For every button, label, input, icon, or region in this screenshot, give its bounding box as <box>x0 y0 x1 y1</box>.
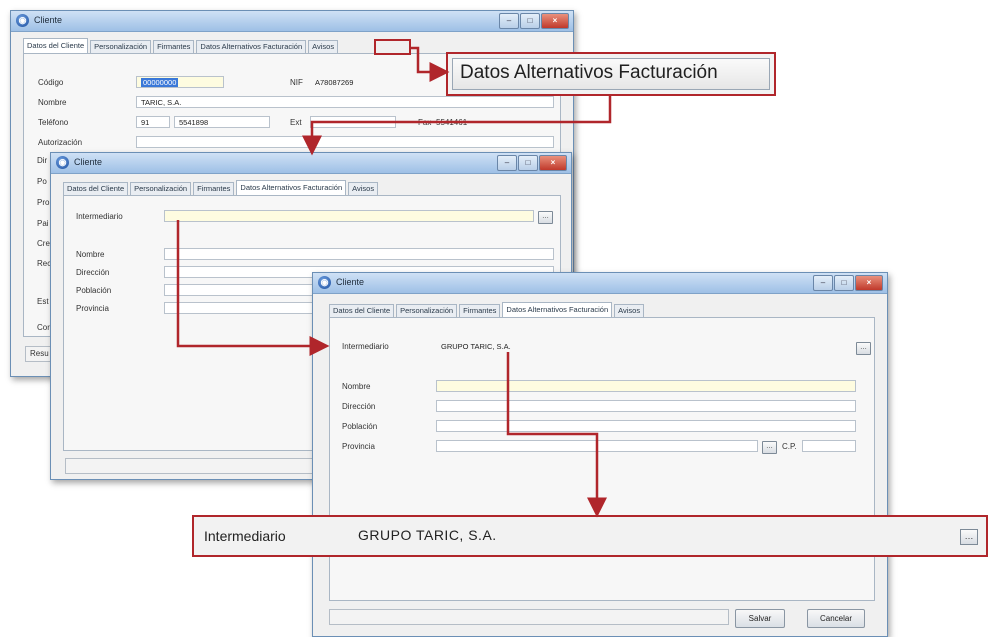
tab-highlight-box <box>374 39 411 55</box>
arrow-window3-to-callout <box>506 352 607 518</box>
arrow-callout-to-window2 <box>302 96 612 156</box>
callout-arrows <box>176 39 612 518</box>
arrow-tab-to-callout <box>410 46 450 82</box>
arrow-window2-to-window3 <box>176 220 330 356</box>
